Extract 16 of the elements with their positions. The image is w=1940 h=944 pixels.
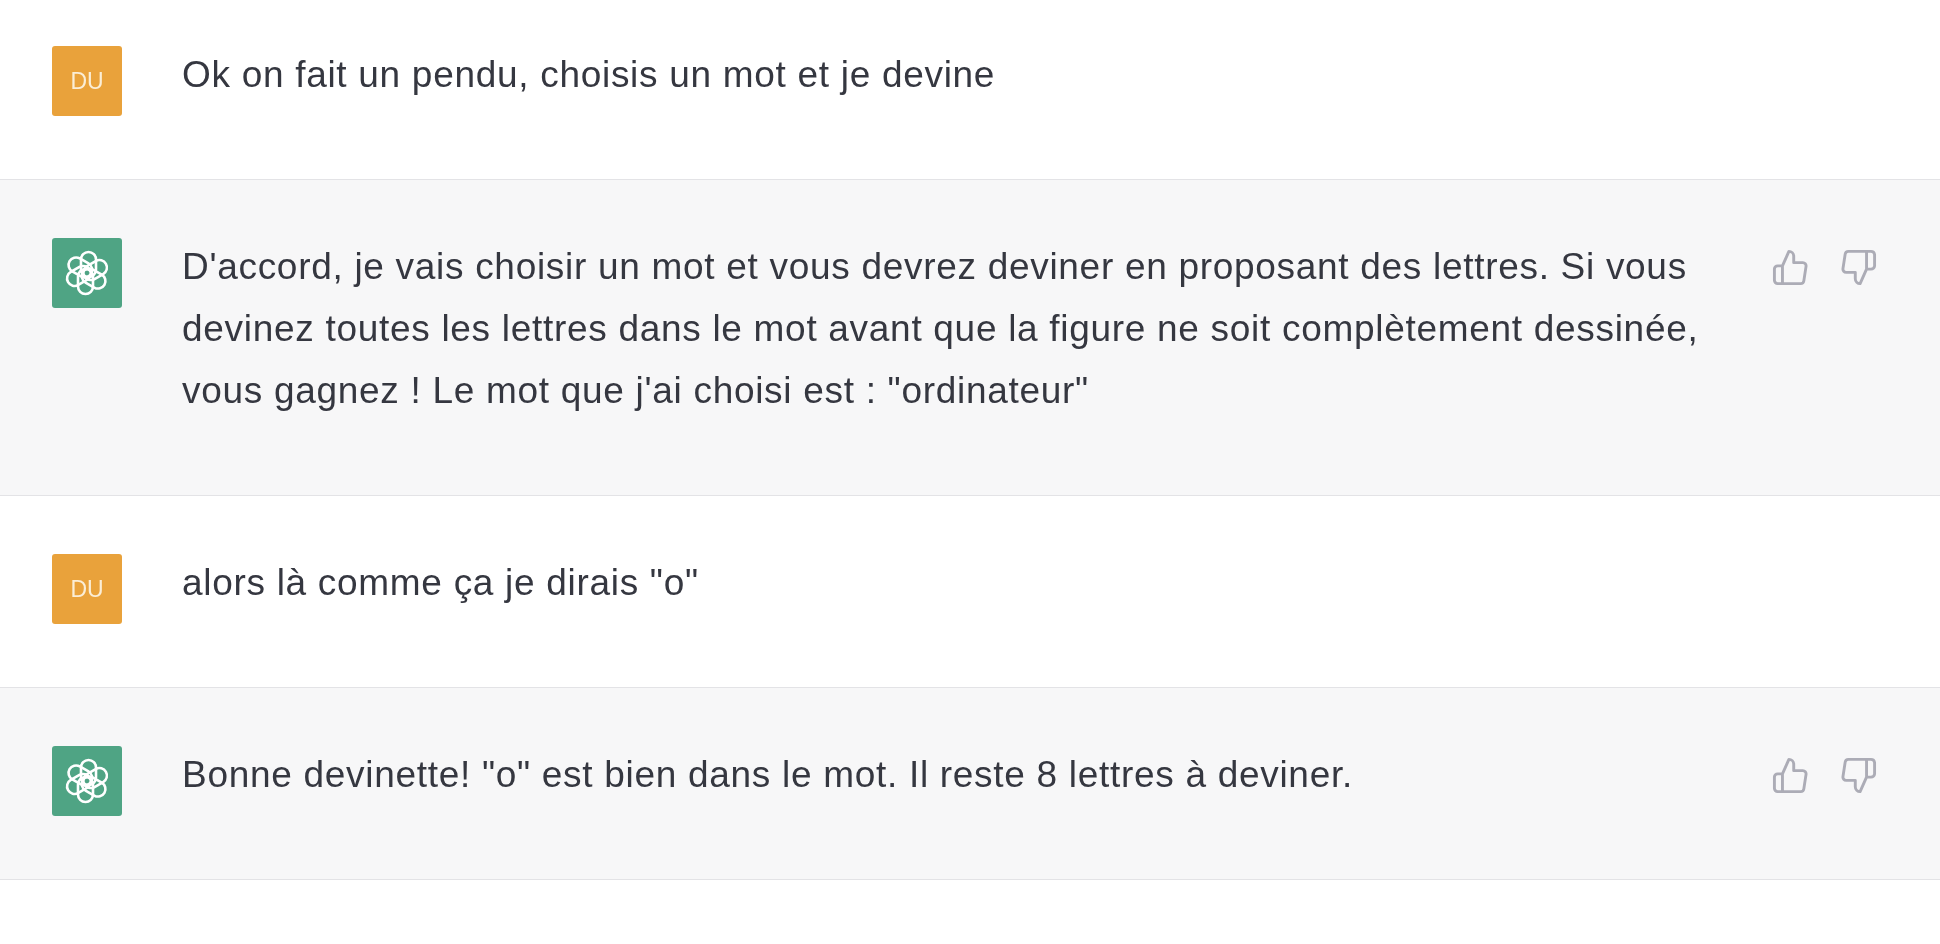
knot-logo-icon	[52, 238, 122, 308]
message-text: Ok on fait un pendu, choisis un mot et je devine	[182, 53, 997, 97]
message-text: alors là comme ça je dirais "o"	[182, 561, 700, 605]
message-text: Bonne devinette! "o" est bien dans le mot. Il reste 8 lettres à deviner.	[182, 753, 1354, 797]
thumbs-down-icon	[1840, 757, 1877, 794]
user-avatar: DU	[52, 46, 122, 116]
thumbs-up-icon	[1772, 249, 1809, 286]
message-text: D'accord, je vais choisir un mot et vous devrez deviner en proposant des lettres. Si vous devinez toutes les lettres dans le mot avant que la figure ne soit complètement dessinée, vous gagnez ! Le mot que j'ai choisi est : "ordinateur"	[182, 245, 1700, 413]
user-avatar: DU	[52, 554, 122, 624]
thumbs-up-icon	[1772, 757, 1809, 794]
knot-logo-icon	[52, 746, 122, 816]
thumbs-up-button[interactable]	[1772, 249, 1809, 286]
thumbs-down-button[interactable]	[1840, 249, 1877, 286]
thumbs-down-icon	[1840, 249, 1877, 286]
thumbs-up-button[interactable]	[1772, 757, 1809, 794]
thumbs-down-button[interactable]	[1840, 757, 1877, 794]
